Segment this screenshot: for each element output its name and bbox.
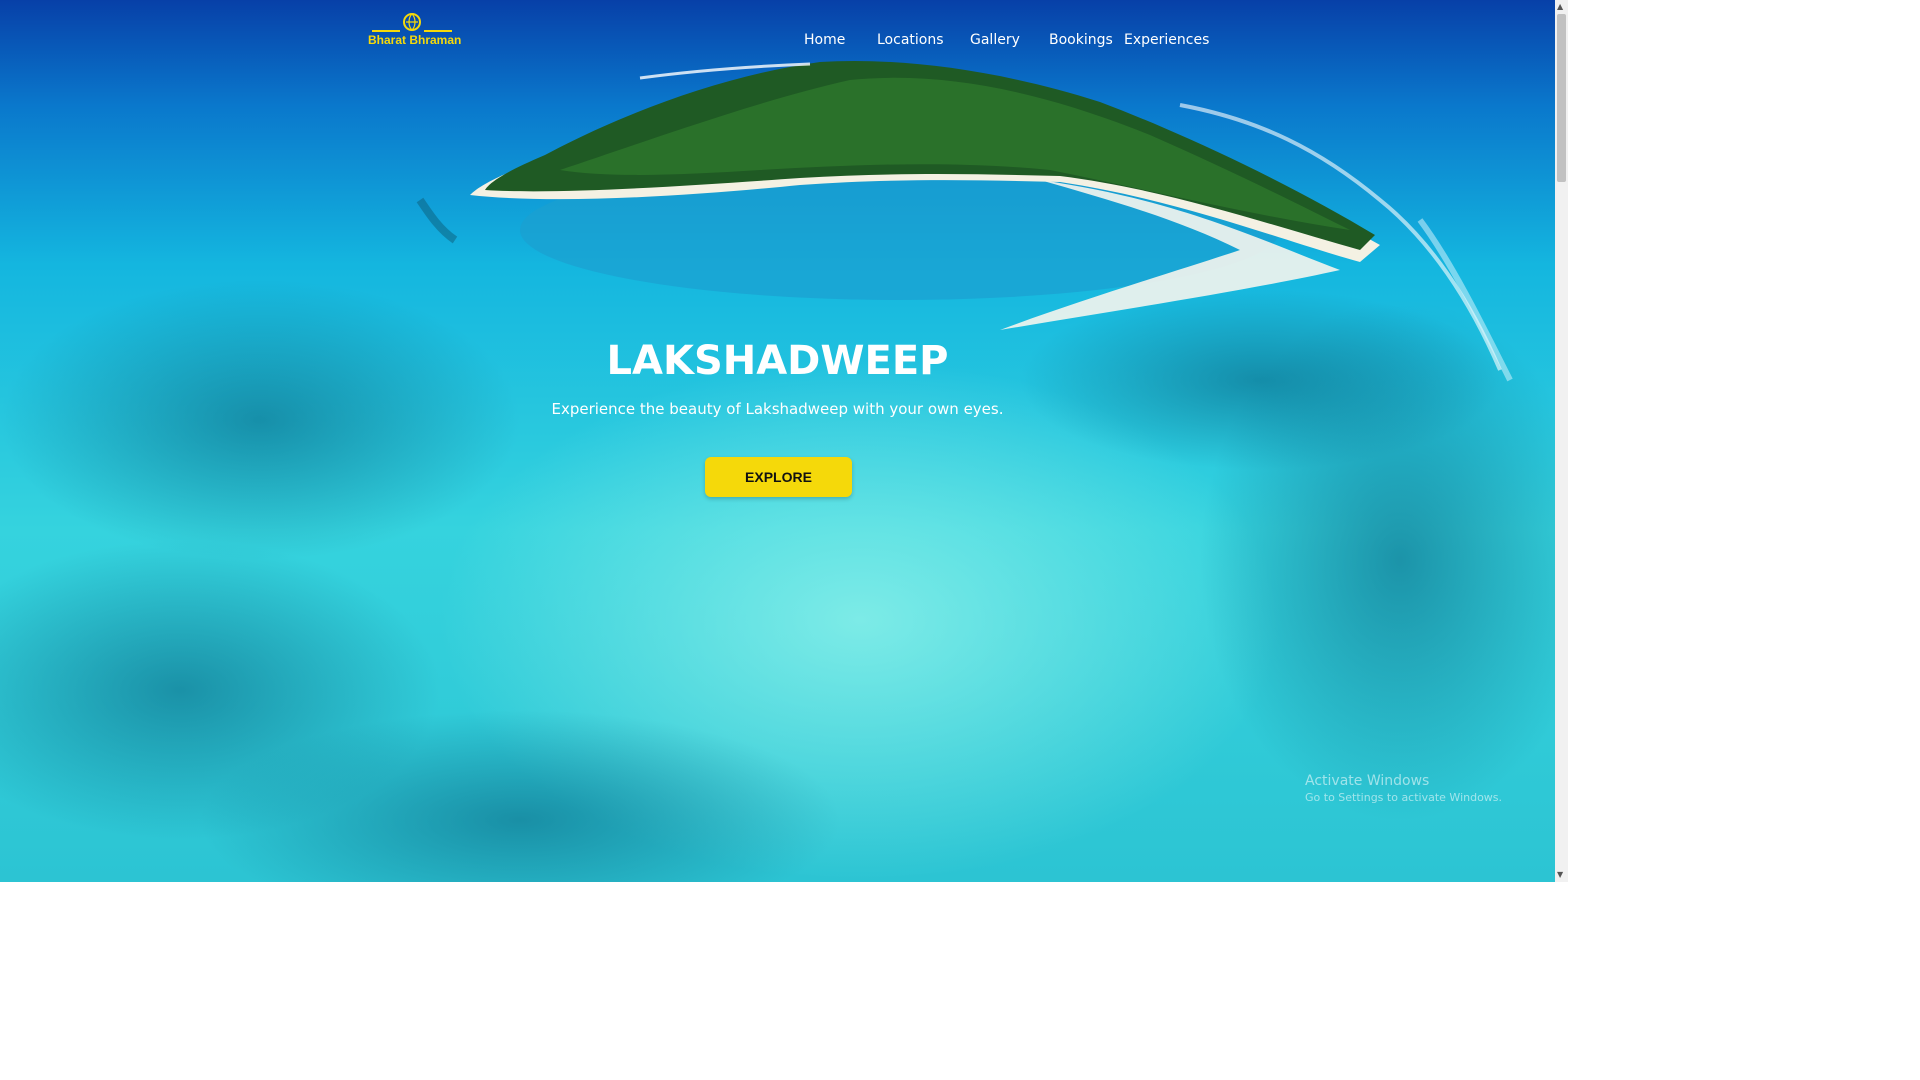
hero-title: LAKSHADWEEP [606,338,949,384]
brand-logo[interactable]: Bharat Bhraman [368,12,462,52]
hero-background-image [0,0,1555,882]
watermark-subtitle: Go to Settings to activate Windows. [1305,791,1503,804]
globe-leaf-icon [403,13,421,31]
logo-divider-left [372,30,400,32]
nav-experiences-link[interactable]: Experiences [1124,32,1209,48]
scrollbar-thumb[interactable] [1557,14,1566,182]
nav-locations-link[interactable]: Locations [877,32,944,48]
activate-windows-watermark: Activate Windows Go to Settings to activ… [1305,773,1502,804]
nav-home-link[interactable]: Home [804,32,845,48]
hero-section: Bharat Bhraman Home Locations Gallery Bo… [0,0,1555,882]
explore-button[interactable]: EXPLORE [705,457,852,497]
nav-gallery-link[interactable]: Gallery [970,32,1020,48]
triangle-up-icon[interactable]: ▲ [1557,2,1563,11]
nav-bookings-link[interactable]: Bookings [1049,32,1113,48]
triangle-down-icon[interactable]: ▼ [1557,870,1563,879]
vertical-scrollbar[interactable]: ▲ ▼ [1555,0,1568,882]
logo-divider-right [424,30,452,32]
brand-name: Bharat Bhraman [368,33,462,47]
hero-subtitle: Experience the beauty of Lakshadweep wit… [551,400,1004,418]
top-navbar: Bharat Bhraman Home Locations Gallery Bo… [0,0,1555,80]
watermark-title: Activate Windows [1305,773,1430,789]
